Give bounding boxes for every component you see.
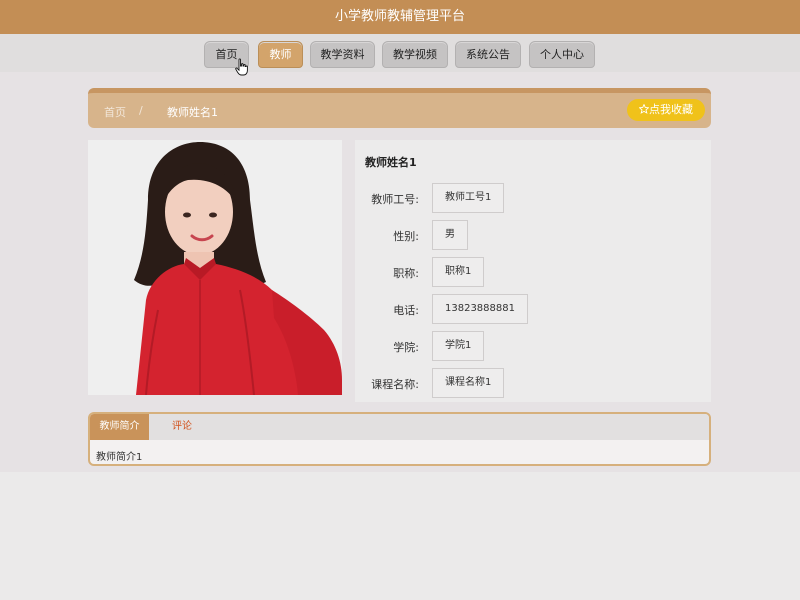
- nav-item-teacher[interactable]: 教师: [258, 41, 303, 68]
- favorite-button-label: 点我收藏: [649, 103, 693, 116]
- field-value-course: 课程名称1: [432, 368, 505, 398]
- field-label-teacher-id: 教师工号:: [371, 193, 419, 206]
- field-value-college: 学院1: [432, 331, 485, 361]
- detail-tab-panel: 教师简介 评论 教师简介1: [88, 412, 711, 466]
- site-header: 小学教师教辅管理平台: [0, 0, 800, 34]
- favorite-button[interactable]: 点我收藏: [627, 99, 705, 121]
- field-label-course: 课程名称:: [371, 378, 419, 391]
- teacher-photo: [88, 140, 342, 395]
- field-value-gender: 男: [432, 220, 468, 250]
- field-value-teacher-id: 教师工号1: [432, 183, 505, 213]
- site-title: 小学教师教辅管理平台: [334, 9, 465, 24]
- breadcrumb-separator: /: [139, 104, 143, 117]
- field-label-college: 学院:: [393, 341, 419, 354]
- breadcrumb-current: 教师姓名1: [167, 106, 218, 119]
- field-value-phone: 13823888881: [432, 294, 528, 324]
- field-label-title: 职称:: [393, 267, 419, 280]
- tab-comments[interactable]: 评论: [172, 414, 192, 440]
- page-footer-area: [0, 472, 800, 600]
- star-outline-icon: [638, 103, 650, 114]
- breadcrumb-home-link[interactable]: 首页: [104, 104, 126, 120]
- field-value-title: 职称1: [432, 257, 485, 287]
- tab-teacher-intro[interactable]: 教师简介: [90, 414, 149, 440]
- field-label-phone: 电话:: [393, 304, 419, 317]
- field-label-gender: 性别:: [393, 230, 419, 243]
- nav-item-personal-center[interactable]: 个人中心: [529, 41, 595, 68]
- teacher-name: 教师姓名1: [365, 156, 417, 169]
- hand-pointer-icon: [235, 58, 248, 76]
- nav-item-announcements[interactable]: 系统公告: [455, 41, 521, 68]
- nav-item-teaching-materials[interactable]: 教学资料: [310, 41, 375, 68]
- nav-item-teaching-videos[interactable]: 教学视频: [382, 41, 448, 68]
- tab-content-text: 教师简介1: [96, 452, 143, 463]
